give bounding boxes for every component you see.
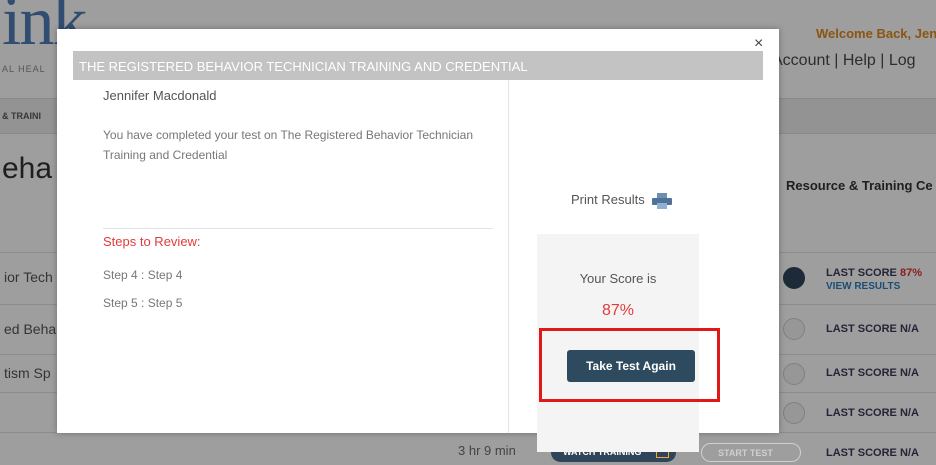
course-duration: 3 hr 9 min [458, 443, 516, 458]
printer-icon [652, 192, 673, 209]
take-test-again-button[interactable]: Take Test Again [567, 350, 695, 382]
steps-heading: Steps to Review: [103, 228, 493, 249]
completion-message: You have completed your test on The Regi… [103, 128, 474, 162]
steps-to-review: Steps to Review: Step 4 : Step 4 Step 5 … [103, 228, 493, 388]
modal-title: THE REGISTERED BEHAVIOR TECHNICIAN TRAIN… [79, 59, 528, 74]
print-results-link[interactable]: Print Results [571, 192, 673, 209]
print-results-label: Print Results [571, 192, 645, 207]
test-results-modal: × THE REGISTERED BEHAVIOR TECHNICIAN TRA… [57, 29, 779, 452]
list-item: Step 4 : Step 4 [103, 268, 183, 282]
start-test-button[interactable]: START TEST [701, 443, 801, 462]
score-value: 87% [601, 302, 635, 319]
list-item: Step 5 : Step 5 [103, 296, 183, 310]
results-left-column: Jennifer Macdonald You have completed yo… [57, 80, 508, 433]
score-label: Your Score is [579, 271, 657, 286]
user-name: Jennifer Macdonald [103, 88, 217, 103]
results-right-column: Print Results Your Score is 87% Take Tes… [508, 80, 779, 452]
modal-title-bar: THE REGISTERED BEHAVIOR TECHNICIAN TRAIN… [73, 51, 763, 80]
steps-list: Step 4 : Step 4 Step 5 : Step 5 [103, 268, 182, 324]
start-test-label: START TEST [718, 448, 773, 458]
